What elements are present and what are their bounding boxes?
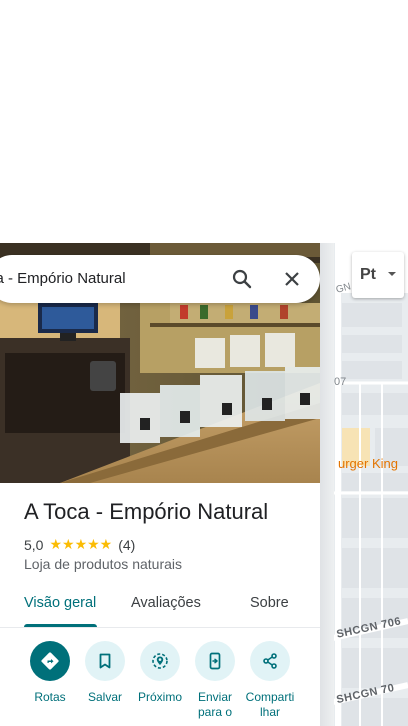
search-bar[interactable]: ca - Empório Natural bbox=[0, 255, 320, 303]
chevron-down-icon bbox=[388, 272, 396, 276]
save-label: Salvar bbox=[87, 690, 122, 704]
map-layers-button[interactable]: Pt bbox=[352, 252, 404, 298]
directions-label: Rotas bbox=[34, 690, 66, 704]
save-button[interactable]: Salvar bbox=[75, 641, 135, 705]
tab-overview[interactable]: Visão geral bbox=[24, 595, 96, 611]
send-to-phone-icon[interactable] bbox=[195, 641, 235, 681]
rating-value: 5,0 bbox=[24, 536, 44, 553]
action-buttons: Rotas Salvar Próximo Enviar para o Compa… bbox=[0, 641, 320, 726]
directions-button[interactable]: Rotas bbox=[20, 641, 80, 705]
place-category[interactable]: Loja de produtos naturais bbox=[24, 556, 182, 572]
send-to-phone-button[interactable]: Enviar para o bbox=[185, 641, 245, 720]
bookmark-icon[interactable] bbox=[85, 641, 125, 681]
search-query-text[interactable]: ca - Empório Natural bbox=[0, 255, 126, 303]
layer-button-text: Pt bbox=[360, 266, 376, 283]
active-tab-indicator bbox=[24, 624, 97, 627]
nearby-button[interactable]: Próximo bbox=[130, 641, 190, 705]
rating-row[interactable]: 5,0 ★★★★★ (4) bbox=[24, 536, 135, 553]
map-label-07: 07 bbox=[334, 376, 347, 388]
share-button[interactable]: Comparti lhar bbox=[240, 641, 300, 720]
directions-icon[interactable] bbox=[30, 641, 70, 681]
map-edge-shadow bbox=[320, 243, 334, 726]
search-icon[interactable] bbox=[230, 267, 254, 291]
tab-about[interactable]: Sobre bbox=[250, 595, 289, 611]
star-rating-icon: ★★★★★ bbox=[49, 536, 113, 552]
tab-reviews[interactable]: Avaliações bbox=[131, 595, 201, 611]
share-label: Comparti lhar bbox=[245, 690, 295, 719]
close-icon[interactable] bbox=[280, 267, 304, 291]
place-tabs: Visão geral Avaliações Sobre bbox=[0, 583, 320, 628]
place-title: A Toca - Empório Natural bbox=[24, 499, 269, 524]
send-to-phone-label: Enviar para o bbox=[197, 690, 233, 719]
share-icon[interactable] bbox=[250, 641, 290, 681]
place-panel: ca - Empório Natural A Toca - Empório Na… bbox=[0, 243, 320, 726]
nearby-icon[interactable] bbox=[140, 641, 180, 681]
nearby-label: Próximo bbox=[137, 690, 182, 704]
review-count[interactable]: (4) bbox=[118, 537, 135, 553]
map-label-burger-king[interactable]: urger King bbox=[338, 456, 398, 471]
